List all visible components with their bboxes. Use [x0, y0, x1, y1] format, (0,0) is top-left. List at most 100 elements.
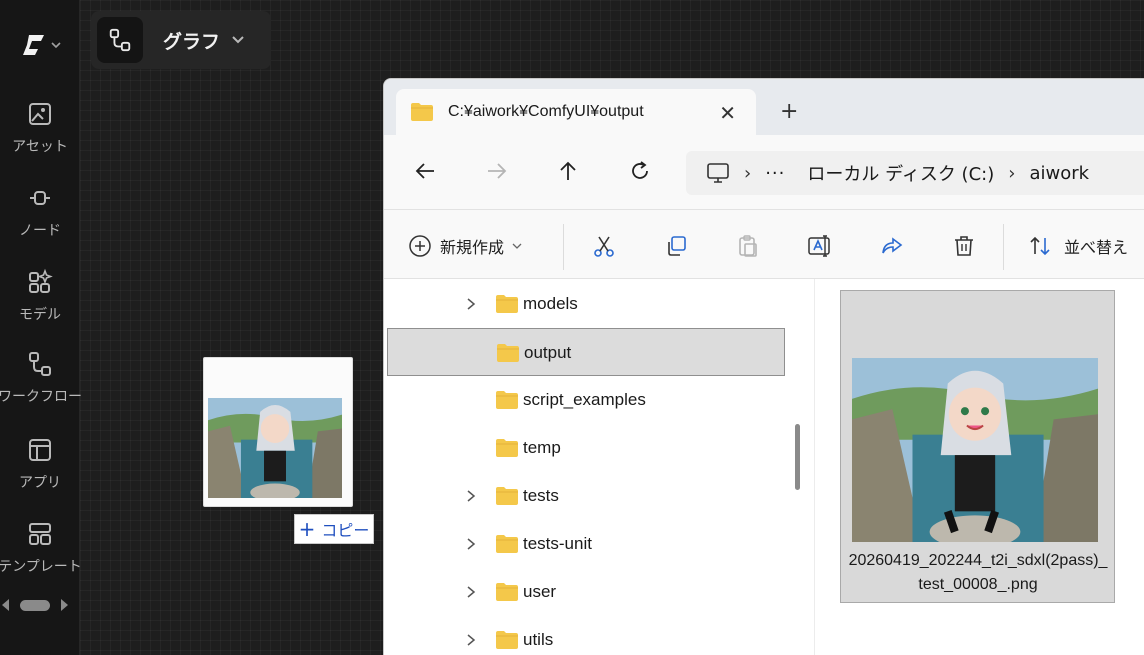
graph-selector[interactable]: グラフ [91, 11, 271, 69]
file-list-pane: 20260419_202244_t2i_sdxl(2pass)_test_000… [814, 279, 1144, 655]
breadcrumb-chevron-icon: › [744, 162, 752, 184]
close-tab-icon[interactable]: ✕ [719, 101, 736, 125]
navigation-pane-scrollbar[interactable] [795, 424, 800, 490]
tree-item-utils[interactable]: utils [387, 616, 785, 655]
sidebar-item-label: ノード [19, 223, 61, 239]
refresh-icon[interactable] [629, 160, 651, 182]
toolbar-divider [563, 224, 564, 270]
folder-icon [496, 391, 518, 409]
share-icon[interactable] [880, 234, 904, 258]
file-item[interactable]: 20260419_202244_t2i_sdxl(2pass)_test_000… [840, 290, 1115, 603]
folder-icon [496, 631, 518, 649]
chevron-down-icon [232, 36, 244, 44]
tree-item-tests[interactable]: tests [387, 472, 785, 520]
scroll-left-icon [2, 599, 9, 611]
forward-arrow-icon[interactable] [486, 160, 508, 182]
tree-item-temp[interactable]: temp [387, 424, 785, 472]
folder-icon [496, 439, 518, 457]
app-layout-icon [29, 439, 51, 461]
chevron-right-icon[interactable] [465, 488, 477, 504]
rename-icon[interactable] [807, 234, 833, 258]
node-icon [30, 191, 50, 205]
cut-icon[interactable] [592, 234, 616, 258]
folder-icon [497, 344, 519, 362]
tab-bar: C:¥aiwork¥ComfyUI¥output ✕ + [384, 79, 1144, 135]
asset-image-icon [29, 103, 51, 125]
drag-thumbnail-image [208, 398, 342, 498]
tree-item-label: user [523, 582, 557, 601]
tree-item-tests-unit[interactable]: tests-unit [387, 520, 785, 568]
tree-item-label: models [523, 294, 578, 313]
graph-label: グラフ [163, 30, 221, 53]
sort-icon [1030, 236, 1050, 256]
sidebar-item-apps[interactable]: アプリ [0, 436, 80, 492]
tree-item-label: temp [523, 438, 561, 457]
folder-icon [411, 103, 433, 121]
chevron-right-icon[interactable] [465, 536, 477, 552]
breadcrumb-chevron-icon: › [1008, 162, 1016, 184]
chevron-right-icon[interactable] [465, 296, 477, 312]
tree-item-script_examples[interactable]: script_examples [387, 376, 785, 424]
copy-drag-tooltip: + コピー [294, 514, 374, 544]
sidebar-scroller[interactable] [0, 596, 80, 616]
up-arrow-icon[interactable] [557, 160, 579, 182]
chevron-right-icon[interactable] [465, 584, 477, 600]
plus-icon: + [298, 517, 316, 541]
workflow-icon [29, 352, 51, 376]
paste-icon[interactable] [736, 234, 760, 258]
template-icon [29, 523, 51, 545]
navigation-pane: models output script_examplestemp tests test… [384, 279, 814, 655]
tree-item-label: utils [523, 630, 554, 649]
tree-item-models[interactable]: models [387, 280, 785, 328]
new-tab-icon[interactable]: + [780, 99, 798, 124]
sidebar-item-label: アセット [12, 139, 68, 155]
comfy-sidebar: アセット ノード モデル ワークフロー アプリ テンプレート [0, 0, 82, 655]
sidebar-item-nodes[interactable]: ノード [0, 184, 80, 240]
copy-label: コピー [321, 521, 370, 540]
sidebar-item-models[interactable]: モデル [0, 268, 80, 324]
breadcrumb-overflow-icon[interactable]: ··· [765, 163, 785, 184]
sidebar-item-label: モデル [19, 307, 61, 323]
folder-icon [496, 583, 518, 601]
file-name-label: 20260419_202244_t2i_sdxl(2pass)_test_000… [848, 552, 1108, 593]
sidebar-item-label: ワークフロー [0, 389, 82, 405]
chevron-down-icon [512, 243, 522, 249]
comfy-logo-menu[interactable] [20, 32, 62, 58]
scroll-thumb [20, 600, 50, 611]
sidebar-item-label: アプリ [19, 475, 61, 491]
scroll-right-icon [61, 599, 68, 611]
back-arrow-icon[interactable] [414, 160, 436, 182]
sidebar-item-assets[interactable]: アセット [0, 100, 80, 156]
delete-icon[interactable] [952, 234, 976, 258]
address-bar[interactable]: › ··· ローカル ディスク (C:) › aiwork [686, 151, 1144, 195]
comfy-logo-icon [23, 35, 44, 55]
command-bar: 新規作成 並べ替え [384, 209, 1144, 279]
tab-output[interactable]: C:¥aiwork¥ComfyUI¥output ✕ [396, 89, 756, 135]
tree-item-output[interactable]: output [387, 328, 785, 376]
chevron-down-icon [51, 42, 61, 49]
toolbar-divider [1003, 224, 1004, 270]
this-pc-icon [707, 163, 729, 183]
sidebar-item-workflows[interactable]: ワークフロー [0, 350, 82, 406]
tree-item-label: tests [523, 486, 559, 505]
file-thumbnail-image [852, 358, 1098, 542]
folder-icon [496, 535, 518, 553]
sort-button[interactable]: 並べ替え [1028, 234, 1128, 258]
plus-circle-icon [409, 235, 431, 257]
copy-icon[interactable] [664, 234, 688, 258]
tree-item-label: script_examples [523, 390, 646, 409]
chevron-right-icon[interactable] [465, 632, 477, 648]
navigation-bar: › ··· ローカル ディスク (C:) › aiwork [384, 135, 1144, 209]
sidebar-item-label: テンプレート [0, 559, 82, 575]
breadcrumb-drive[interactable]: ローカル ディスク (C:) [807, 160, 994, 186]
folder-icon [496, 487, 518, 505]
breadcrumb-folder[interactable]: aiwork [1029, 163, 1089, 184]
tree-item-label: output [524, 343, 572, 362]
new-item-label: 新規作成 [440, 238, 505, 257]
tree-item-user[interactable]: user [387, 568, 785, 616]
model-grid-icon [29, 268, 53, 293]
tree-item-label: tests-unit [523, 534, 592, 553]
file-explorer-window: C:¥aiwork¥ComfyUI¥output ✕ + › ··· ローカル … [383, 78, 1144, 655]
sidebar-item-templates[interactable]: テンプレート [0, 520, 82, 576]
new-item-button[interactable]: 新規作成 [408, 234, 522, 258]
